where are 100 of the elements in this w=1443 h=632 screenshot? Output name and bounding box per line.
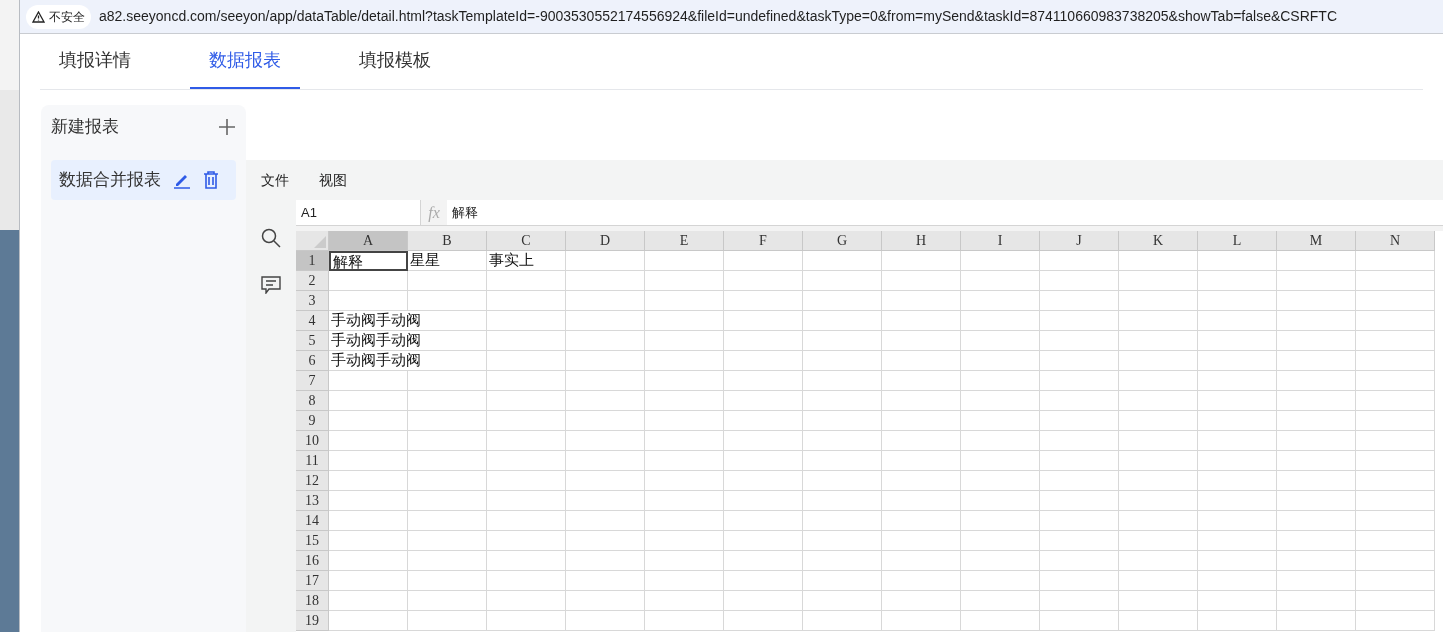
grid-cell[interactable] [803, 611, 882, 631]
grid-cell[interactable] [803, 431, 882, 451]
grid-cell[interactable] [1277, 251, 1356, 271]
column-header[interactable]: M [1277, 231, 1356, 251]
grid-cell[interactable] [1356, 251, 1435, 271]
grid-cell[interactable] [1356, 271, 1435, 291]
grid-cell[interactable] [487, 271, 566, 291]
grid-cell[interactable] [882, 571, 961, 591]
grid-cell[interactable] [1040, 371, 1119, 391]
grid-cell[interactable] [1356, 391, 1435, 411]
grid-cell[interactable]: 星星 [408, 251, 487, 271]
grid-cell[interactable] [1356, 371, 1435, 391]
column-header[interactable]: B [408, 231, 487, 251]
grid-cell[interactable] [408, 451, 487, 471]
row-header[interactable]: 14 [296, 511, 329, 531]
menu-item[interactable]: 文件 [261, 169, 289, 191]
grid-cell[interactable] [803, 271, 882, 291]
grid-cell[interactable] [1356, 351, 1435, 371]
grid-cell[interactable] [1277, 571, 1356, 591]
grid-cell[interactable] [645, 451, 724, 471]
grid-cell[interactable] [961, 451, 1040, 471]
grid-cell[interactable] [882, 611, 961, 631]
grid-cell[interactable] [882, 551, 961, 571]
grid-cell[interactable] [1198, 371, 1277, 391]
grid-cell[interactable] [487, 351, 566, 371]
grid-cell[interactable] [724, 551, 803, 571]
grid-cell[interactable] [1356, 471, 1435, 491]
column-header[interactable]: F [724, 231, 803, 251]
row-header[interactable]: 1 [296, 251, 329, 271]
grid-cell[interactable] [566, 571, 645, 591]
grid-cell[interactable] [329, 491, 408, 511]
grid-cell[interactable] [1119, 311, 1198, 331]
grid-cell[interactable] [1277, 291, 1356, 311]
grid-cell[interactable] [329, 291, 408, 311]
grid-cell[interactable] [566, 511, 645, 531]
grid-cell[interactable] [329, 471, 408, 491]
grid-cell[interactable] [1040, 251, 1119, 271]
grid-cell[interactable] [1040, 311, 1119, 331]
grid-cell[interactable] [408, 371, 487, 391]
grid-cell[interactable] [1277, 451, 1356, 471]
grid-cell[interactable] [566, 551, 645, 571]
address-bar[interactable]: 不安全 a82.seeyoncd.com/seeyon/app/dataTable/detail.html?taskTemplateId=-9003530552174556924&fileId=undefined&taskType=0&from=mySend&taskId=874110660983738205&showTab=false&CSRFTC [20, 0, 1443, 34]
grid-cell[interactable] [803, 411, 882, 431]
grid-cell[interactable] [1119, 611, 1198, 631]
grid-cell[interactable] [1040, 491, 1119, 511]
grid-cell[interactable] [1119, 371, 1198, 391]
grid-cell[interactable] [1119, 271, 1198, 291]
trash-icon[interactable] [203, 171, 219, 189]
grid-cell[interactable] [645, 551, 724, 571]
comment-icon[interactable] [261, 276, 281, 294]
grid-cell[interactable] [487, 531, 566, 551]
row-header[interactable]: 5 [296, 331, 329, 351]
grid-cell[interactable] [724, 271, 803, 291]
column-header[interactable]: E [645, 231, 724, 251]
grid-cell[interactable] [724, 511, 803, 531]
grid-cell[interactable] [882, 491, 961, 511]
row-header[interactable]: 17 [296, 571, 329, 591]
row-header[interactable]: 8 [296, 391, 329, 411]
grid-cell[interactable] [803, 471, 882, 491]
grid-cell[interactable] [1198, 591, 1277, 611]
grid-cell[interactable] [1040, 591, 1119, 611]
row-header[interactable]: 19 [296, 611, 329, 631]
grid-cell[interactable] [1198, 311, 1277, 331]
column-header[interactable]: G [803, 231, 882, 251]
grid-cell[interactable] [1198, 471, 1277, 491]
grid-cell[interactable] [487, 331, 566, 351]
grid-cell[interactable] [1040, 451, 1119, 471]
grid-cell[interactable] [724, 371, 803, 391]
grid-cell[interactable] [487, 611, 566, 631]
grid-cell[interactable] [882, 391, 961, 411]
grid-cell[interactable] [803, 551, 882, 571]
grid-cell[interactable] [1277, 311, 1356, 331]
grid-cell[interactable] [566, 311, 645, 331]
grid-cell[interactable] [566, 491, 645, 511]
grid-cell[interactable] [329, 431, 408, 451]
formula-field[interactable]: 解释 [447, 200, 1443, 225]
grid-cell[interactable] [1040, 411, 1119, 431]
grid-cell[interactable] [961, 251, 1040, 271]
grid-cell[interactable] [645, 491, 724, 511]
grid-cell[interactable] [724, 451, 803, 471]
grid-cell[interactable] [408, 591, 487, 611]
row-header[interactable]: 18 [296, 591, 329, 611]
column-header[interactable]: D [566, 231, 645, 251]
grid-cell[interactable] [487, 411, 566, 431]
grid-cell[interactable] [1198, 291, 1277, 311]
grid-cell[interactable] [882, 271, 961, 291]
grid-cell[interactable] [882, 591, 961, 611]
grid-cell[interactable] [1119, 571, 1198, 591]
grid-cell[interactable] [645, 351, 724, 371]
grid-cell[interactable] [329, 511, 408, 531]
grid-cell[interactable] [1119, 291, 1198, 311]
grid-cell[interactable] [329, 411, 408, 431]
tab[interactable]: 填报模板 [340, 34, 450, 89]
grid-cell[interactable] [961, 391, 1040, 411]
grid-cell[interactable] [1356, 311, 1435, 331]
grid-cell[interactable] [961, 551, 1040, 571]
grid-cell[interactable] [1119, 551, 1198, 571]
grid-cell[interactable] [882, 311, 961, 331]
grid-cell[interactable] [1356, 431, 1435, 451]
grid-cell[interactable] [645, 531, 724, 551]
